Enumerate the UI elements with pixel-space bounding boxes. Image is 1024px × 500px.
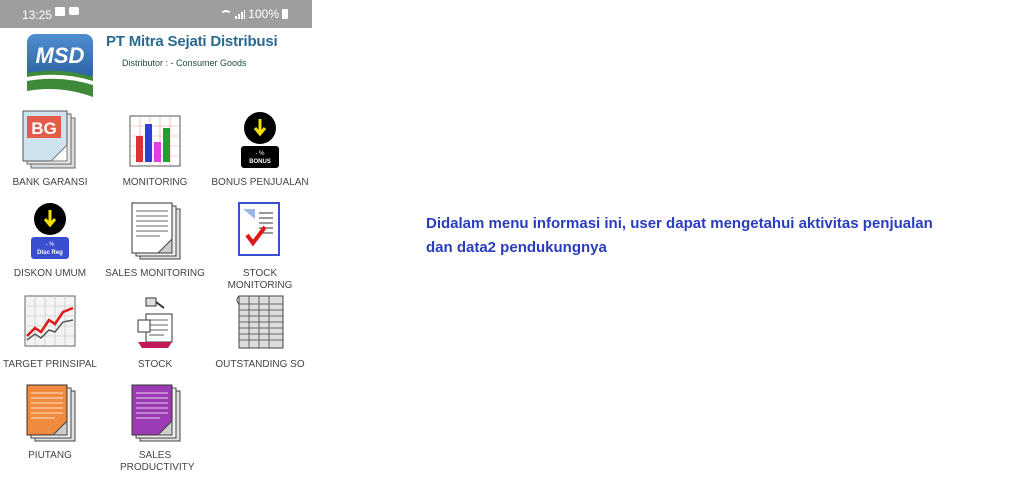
msd-logo-icon: MSD <box>27 34 93 97</box>
bank-garansi-icon: BG <box>22 110 76 169</box>
bar-chart-icon <box>129 115 181 167</box>
spreadsheet-icon <box>236 295 284 349</box>
message-icon <box>69 7 79 15</box>
document-stack-icon <box>131 202 181 260</box>
orange-document-icon <box>26 384 76 442</box>
gallery-icon <box>55 7 65 16</box>
menu-outstanding-so[interactable]: OUTSTANDING SO <box>210 292 310 371</box>
menu-sales-monitoring[interactable]: SALES MONITORING <box>105 201 205 280</box>
svg-text:BG: BG <box>31 119 57 138</box>
menu-monitoring[interactable]: MONITORING <box>105 110 205 189</box>
status-bar: 13:25 100% <box>0 0 312 28</box>
menu-bonus-penjualan[interactable]: - % BONUS BONUS PENJUALAN <box>210 110 310 189</box>
line-chart-icon <box>24 295 76 347</box>
battery-icon <box>282 9 288 19</box>
menu-label: OUTSTANDING SO <box>215 359 305 370</box>
menu-stock[interactable]: STOCK <box>105 292 205 371</box>
bonus-icon: - % BONUS <box>241 112 279 168</box>
phone-screen: 13:25 100% MSD PT Mitra Sejati Distribus… <box>0 0 312 500</box>
logo-text: MSD <box>36 43 85 68</box>
menu-target-prinsipal[interactable]: TARGET PRINSIPAL <box>0 292 100 371</box>
menu-label: STOCK MONITORING <box>227 268 293 291</box>
status-time: 13:25 <box>22 8 53 22</box>
menu-label: DISKON UMUM <box>13 268 87 279</box>
menu-label: PIUTANG <box>28 450 72 461</box>
menu-label: MONITORING <box>122 177 188 188</box>
menu-label: STOCK <box>137 359 173 370</box>
menu-label: SALES MONITORING <box>105 268 205 279</box>
purple-document-icon <box>131 384 181 442</box>
app-header: MSD PT Mitra Sejati Distribusi Distribut… <box>0 28 312 103</box>
status-right: 100% <box>220 7 288 21</box>
menu-label: BONUS PENJUALAN <box>211 177 309 188</box>
company-subtitle: Distributor : - Consumer Goods <box>122 58 247 68</box>
menu-diskon-umum[interactable]: - % Disc Reg DISKON UMUM <box>0 201 100 280</box>
info-description: Didalam menu informasi ini, user dapat m… <box>426 215 933 256</box>
svg-text:Disc Reg: Disc Reg <box>37 250 63 256</box>
svg-text:- %: - % <box>256 151 266 157</box>
wifi-icon <box>220 9 233 19</box>
svg-text:BONUS: BONUS <box>249 159 271 165</box>
discount-icon: - % Disc Reg <box>31 203 69 259</box>
signal-icon <box>235 9 246 19</box>
menu-label: TARGET PRINSIPAL <box>3 359 97 370</box>
company-name: PT Mitra Sejati Distribusi <box>106 33 278 50</box>
menu-piutang[interactable]: PIUTANG <box>0 383 100 462</box>
checklist-document-icon <box>238 202 280 256</box>
menu-label: SALES PRODUCTIVITY <box>120 450 195 473</box>
battery-percent: 100% <box>248 7 279 21</box>
notification-icons <box>55 7 79 16</box>
menu-bank-garansi[interactable]: BG BANK GARANSI <box>0 110 100 189</box>
menu-stock-monitoring[interactable]: STOCK MONITORING <box>210 201 310 292</box>
menu-label: BANK GARANSI <box>12 177 88 188</box>
menu-sales-productivity[interactable]: SALES PRODUCTIVITY <box>105 383 205 474</box>
svg-text:- %: - % <box>46 242 56 248</box>
stock-document-icon <box>137 297 173 348</box>
